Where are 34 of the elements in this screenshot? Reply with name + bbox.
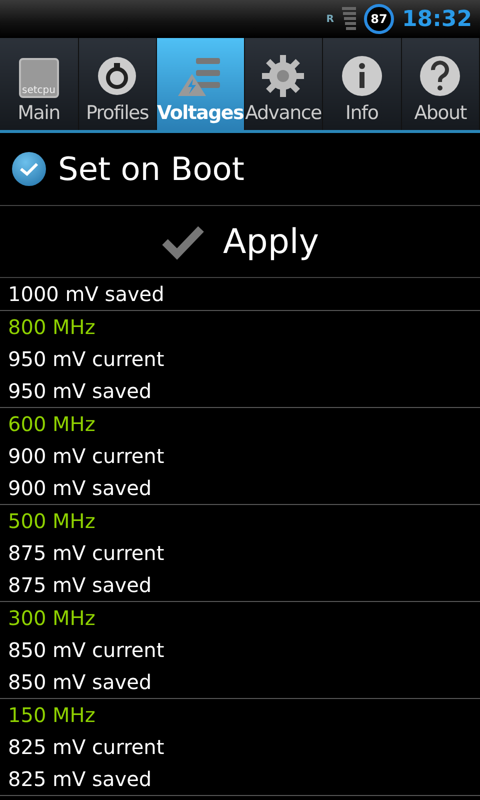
info-icon [340,54,384,98]
gear-icon [261,54,306,98]
frequency-label: 500 MHz [7,508,96,535]
voltage-text: 875 mV current [7,540,166,567]
signal-icon [342,7,356,31]
frequency-label: 600 MHz [7,411,96,438]
voltage-text: 900 mV saved [7,475,153,502]
frequency-label: 800 MHz [7,314,96,341]
frequency-label: 300 MHz [7,605,96,632]
help-icon [418,54,462,98]
voltage-text: 825 mV current [7,734,166,761]
voltage-text: 850 mV current [7,637,166,664]
tab[interactable]: Profiles [78,38,157,130]
tab[interactable]: Info [323,38,402,130]
voltage-text: 1000 mV saved [7,281,166,308]
voltage-text: 875 mV saved [7,572,153,599]
tab[interactable]: Advance [244,38,324,130]
clock: 18:32 [402,6,472,32]
voltage-text: 950 mV saved [7,378,153,405]
voltage-text: 900 mV current [7,443,166,470]
tab[interactable]: About [402,38,480,130]
tab[interactable]: setcpu Main [0,38,78,130]
check-icon [19,161,39,177]
network-indicator: R [326,14,334,24]
checkbox[interactable] [12,152,46,186]
frequency-label: 150 MHz [7,702,96,729]
check-icon [161,224,205,260]
voltage-text: 825 mV saved [7,766,153,793]
voltage-text: 950 mV current [7,346,166,373]
tab[interactable]: Voltages [157,38,245,130]
battery-indicator: 87 [364,4,394,34]
voltage-text: 850 mV saved [7,669,153,696]
app-logo-icon: setcpu [18,58,59,98]
checkbox-label: Set on Boot [58,150,244,188]
